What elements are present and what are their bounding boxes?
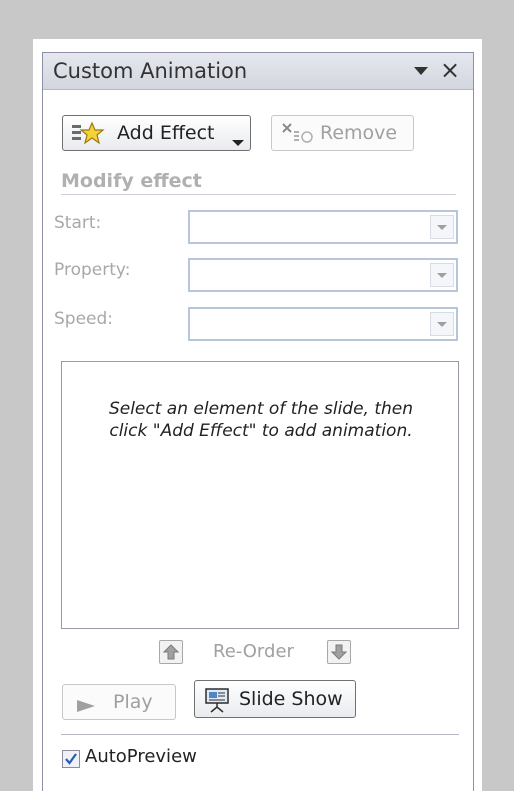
effects-list[interactable]: Select an element of the slide, then cli… (61, 361, 459, 629)
play-label: Play (113, 691, 153, 713)
speed-label: Speed: (54, 309, 114, 329)
property-select[interactable] (188, 258, 458, 292)
move-down-button[interactable] (327, 640, 351, 664)
property-label: Property: (54, 260, 131, 280)
start-dropdown-arrow-icon[interactable] (430, 215, 454, 239)
slide-show-button[interactable]: Slide Show (194, 680, 356, 718)
start-label: Start: (54, 213, 102, 233)
play-icon (75, 696, 99, 718)
pane-options-dropdown-icon[interactable] (411, 63, 431, 79)
speed-dropdown-arrow-icon[interactable] (430, 312, 454, 336)
property-dropdown-arrow-icon[interactable] (430, 263, 454, 287)
effects-list-hint: Select an element of the slide, then cli… (108, 399, 414, 441)
reorder-label: Re-Order (213, 641, 294, 662)
add-effect-button[interactable]: Add Effect (62, 115, 251, 151)
modify-effect-heading: Modify effect (61, 170, 202, 192)
add-effect-star-icon (71, 121, 105, 150)
add-effect-label: Add Effect (117, 122, 215, 144)
remove-button[interactable]: Remove (271, 115, 414, 151)
close-icon[interactable]: × (439, 58, 461, 82)
remove-effect-icon (280, 121, 314, 150)
pane-title: Custom Animation (53, 59, 248, 83)
autopreview-divider (61, 734, 459, 735)
modify-effect-divider (61, 194, 456, 195)
remove-label: Remove (320, 122, 398, 144)
autopreview-checkbox[interactable] (62, 750, 80, 768)
arrow-up-icon (162, 644, 180, 660)
speed-select[interactable] (188, 307, 458, 341)
chevron-down-icon (231, 130, 245, 152)
move-up-button[interactable] (159, 640, 183, 664)
slide-show-label: Slide Show (239, 688, 343, 710)
custom-animation-pane: Custom Animation × Add Effect Remove Mod… (42, 52, 474, 791)
checkmark-icon (65, 753, 77, 765)
arrow-down-icon (330, 644, 348, 660)
autopreview-label[interactable]: AutoPreview (85, 746, 197, 767)
play-button[interactable]: Play (62, 684, 176, 720)
pane-titlebar: Custom Animation × (43, 53, 473, 90)
start-select[interactable] (188, 210, 458, 244)
projector-screen-icon (203, 686, 231, 719)
